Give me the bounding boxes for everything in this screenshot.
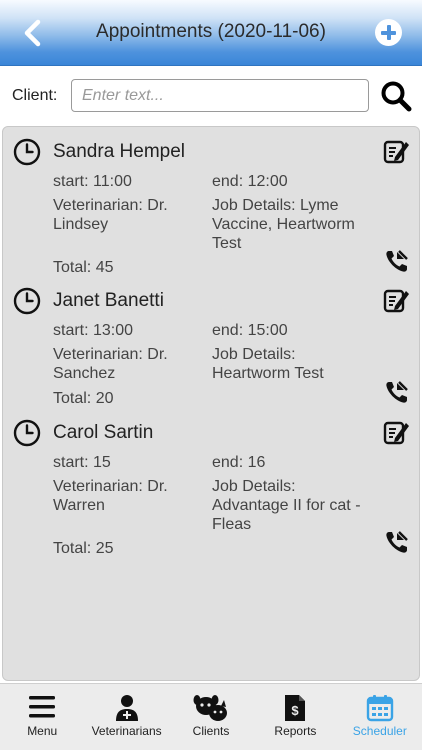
veterinarian: Veterinarian: Dr. Warren bbox=[53, 477, 198, 515]
add-appointment-button[interactable] bbox=[375, 19, 402, 46]
job-details: Job Details: Lyme Vaccine, Heartworm Tes… bbox=[212, 196, 372, 253]
veterinarian-line: Veterinarian: Dr. bbox=[53, 197, 168, 214]
total: Total: 25 bbox=[53, 540, 114, 557]
job-details-line: Test bbox=[212, 235, 242, 252]
svg-text:$: $ bbox=[292, 703, 300, 718]
call-client-icon[interactable] bbox=[384, 529, 410, 555]
client-search-bar: Client: bbox=[0, 67, 422, 125]
appointment-item[interactable]: Sandra Hempel start: 11:00 end: 12:00 Ve… bbox=[3, 127, 419, 279]
end-time: end: 12:00 bbox=[212, 173, 288, 190]
clock-icon bbox=[13, 287, 41, 315]
start-time: start: 13:00 bbox=[53, 322, 134, 339]
client-search-input[interactable] bbox=[71, 79, 369, 112]
total: Total: 45 bbox=[53, 259, 114, 276]
client-label: Client: bbox=[12, 87, 58, 104]
search-icon[interactable] bbox=[380, 80, 412, 112]
bottom-tab-bar: Menu Veterinarians Clients $ Reports Sch… bbox=[0, 683, 422, 750]
appointment-item[interactable]: Janet Banetti start: 13:00 end: 15:00 Ve… bbox=[3, 276, 419, 409]
edit-notes-icon[interactable] bbox=[382, 286, 410, 314]
calendar-icon bbox=[366, 695, 394, 722]
clock-icon bbox=[13, 138, 41, 166]
client-name: Sandra Hempel bbox=[53, 141, 186, 162]
call-client-icon[interactable] bbox=[384, 248, 410, 274]
veterinarian-line: Sanchez bbox=[53, 365, 116, 382]
veterinarian-line: Warren bbox=[53, 497, 105, 514]
tab-veterinarians[interactable]: Veterinarians bbox=[84, 684, 168, 750]
start-time: start: 15 bbox=[53, 454, 111, 471]
total: Total: 20 bbox=[53, 390, 114, 407]
job-details-line: Vaccine, Heartworm bbox=[212, 216, 355, 233]
client-name: Janet Banetti bbox=[53, 290, 164, 311]
appointment-item[interactable]: Carol Sartin start: 15 end: 16 Veterinar… bbox=[3, 408, 419, 558]
veterinarian: Veterinarian: Dr. Lindsey bbox=[53, 196, 198, 234]
veterinarian-icon bbox=[115, 695, 138, 721]
page-title: Appointments (2020-11-06) bbox=[96, 21, 326, 42]
pets-icon bbox=[193, 695, 228, 721]
edit-notes-icon[interactable] bbox=[382, 137, 410, 165]
tab-menu[interactable]: Menu bbox=[0, 684, 84, 750]
job-details: Job Details: Advantage II for cat - Flea… bbox=[212, 477, 372, 534]
tab-label: Clients bbox=[192, 724, 230, 738]
tab-clients[interactable]: Clients bbox=[169, 684, 253, 750]
job-details-line: Fleas bbox=[212, 516, 252, 533]
tab-label: Veterinarians bbox=[91, 724, 162, 738]
appointment-list[interactable]: Sandra Hempel start: 11:00 end: 12:00 Ve… bbox=[2, 126, 420, 681]
end-time: end: 15:00 bbox=[212, 322, 288, 339]
clock-icon bbox=[13, 419, 41, 447]
job-details-line: Job Details: bbox=[212, 478, 296, 495]
veterinarian-line: Veterinarian: Dr. bbox=[53, 478, 168, 495]
veterinarian: Veterinarian: Dr. Sanchez bbox=[53, 345, 198, 383]
tab-reports[interactable]: $ Reports bbox=[253, 684, 337, 750]
start-time: start: 11:00 bbox=[53, 173, 132, 190]
job-details: Job Details: Heartworm Test bbox=[212, 345, 372, 383]
veterinarian-line: Veterinarian: Dr. bbox=[53, 346, 168, 363]
report-icon: $ bbox=[285, 695, 306, 721]
edit-notes-icon[interactable] bbox=[382, 418, 410, 446]
job-details-line: Job Details: bbox=[212, 346, 296, 363]
client-name: Carol Sartin bbox=[53, 422, 154, 443]
menu-icon bbox=[29, 696, 56, 718]
job-details-line: Heartworm Test bbox=[212, 365, 324, 382]
job-details-line: Job Details: Lyme bbox=[212, 197, 339, 214]
tab-label: Menu bbox=[27, 724, 58, 738]
tab-scheduler[interactable]: Scheduler bbox=[338, 684, 422, 750]
job-details-line: Advantage II for cat - bbox=[212, 497, 361, 514]
veterinarian-line: Lindsey bbox=[53, 216, 109, 233]
end-time: end: 16 bbox=[212, 454, 266, 471]
tab-label: Reports bbox=[274, 724, 317, 738]
call-client-icon[interactable] bbox=[384, 379, 410, 405]
header-bar: Appointments (2020-11-06) bbox=[0, 0, 422, 66]
tab-label: Scheduler bbox=[352, 724, 407, 738]
